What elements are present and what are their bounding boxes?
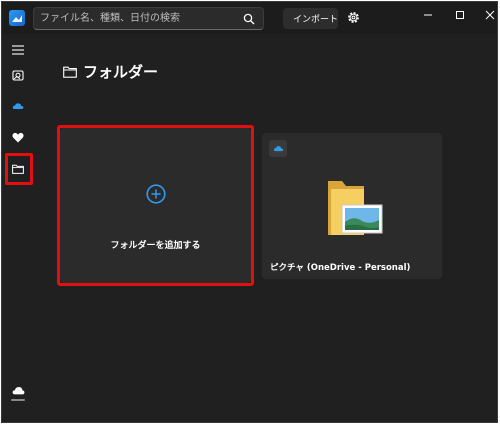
cloud-icon — [12, 386, 24, 394]
folder-card-pictures[interactable]: ピクチャ (OneDrive - Personal) — [262, 133, 442, 279]
sidebar-item-all-photos[interactable] — [6, 64, 30, 86]
page-header: フォルダー — [63, 61, 158, 82]
onedrive-badge — [269, 140, 287, 157]
folder-icon — [12, 164, 24, 174]
main-content: フォルダー フォルダーを追加する ピクチャ (OneDrive - Person… — [33, 34, 497, 422]
sidebar-item-favorites[interactable] — [6, 126, 30, 148]
folder-title-icon — [63, 66, 77, 78]
cloud-storage-button[interactable] — [6, 379, 30, 401]
sidebar — [2, 34, 33, 422]
plus-circle-icon — [146, 184, 166, 204]
search-box[interactable] — [33, 7, 264, 30]
page-title: フォルダー — [83, 63, 159, 81]
search-input[interactable] — [40, 10, 240, 27]
search-icon[interactable] — [243, 13, 255, 25]
maximize-icon[interactable] — [453, 8, 467, 22]
add-folder-card[interactable]: フォルダーを追加する — [60, 128, 251, 283]
title-bar: インポート — [2, 2, 497, 34]
import-button[interactable]: インポート — [283, 8, 338, 29]
folder-card-label: ピクチャ (OneDrive - Personal) — [270, 263, 411, 273]
pictures-folder-icon — [328, 181, 383, 235]
storage-usage-bar — [11, 399, 25, 401]
settings-gear-icon[interactable] — [347, 11, 360, 24]
app-window: インポート — [1, 1, 498, 423]
onedrive-cloud-icon — [12, 103, 24, 109]
close-icon[interactable] — [483, 8, 497, 22]
minimize-icon[interactable] — [421, 8, 435, 22]
add-folder-label: フォルダーを追加する — [110, 241, 201, 251]
hamburger-icon — [12, 45, 24, 55]
hamburger-menu-button[interactable] — [6, 39, 30, 61]
sidebar-item-folders[interactable] — [6, 158, 30, 180]
heart-icon — [12, 132, 24, 142]
import-label: インポート — [293, 15, 339, 25]
photos-icon — [12, 70, 24, 81]
onedrive-cloud-icon — [273, 146, 283, 152]
sidebar-item-onedrive[interactable] — [6, 95, 30, 117]
photos-app-icon — [9, 10, 25, 26]
